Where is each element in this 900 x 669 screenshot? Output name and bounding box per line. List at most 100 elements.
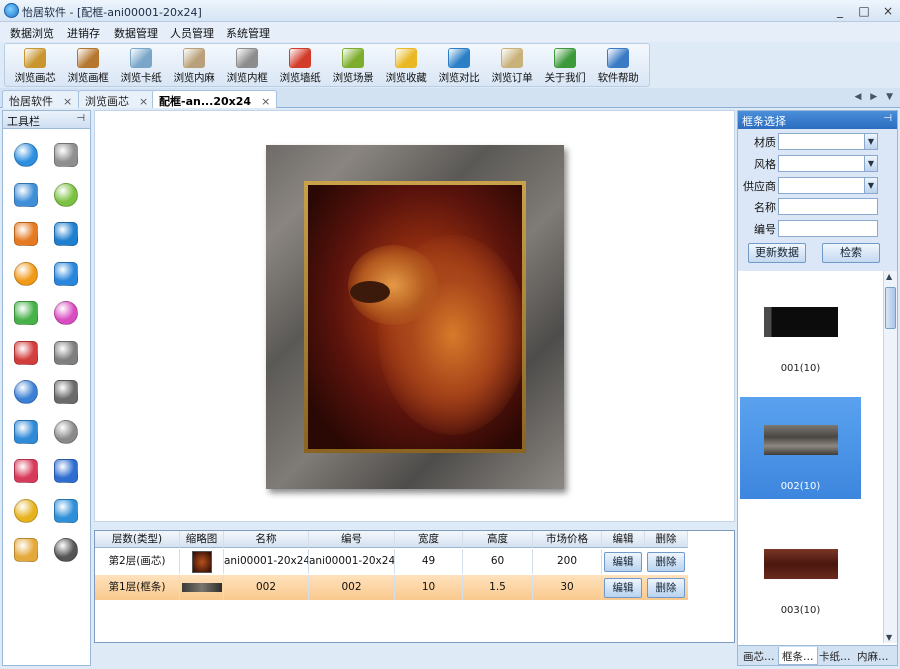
toolbar-button-6[interactable]: 浏览墙纸 — [274, 46, 326, 86]
menu-inventory[interactable]: 进销存 — [67, 25, 100, 41]
tool-glyph — [14, 143, 38, 167]
tool-glyph — [54, 182, 78, 207]
toolbar-button-11[interactable]: 关于我们 — [539, 46, 591, 86]
tool-panel: 工具栏 ⊣ — [2, 110, 91, 666]
material-select[interactable]: ▼ — [778, 133, 878, 150]
tool-panel-header: 工具栏 ⊣ — [3, 111, 90, 129]
cell-width: 49 — [395, 549, 463, 574]
rotate-icon[interactable] — [52, 181, 80, 209]
sofa-add-icon[interactable] — [12, 339, 40, 367]
main-toolbar: 浏览画芯 浏览画框 浏览卡纸 浏览内麻 浏览内框 浏览墙纸 浏览场景 浏览收藏 浏览对比 浏览订单… — [4, 43, 650, 87]
tab-browse-paintings[interactable]: 浏览画芯 × — [78, 90, 156, 108]
name-input[interactable] — [778, 198, 878, 215]
table-row[interactable]: 第2层(画芯) ani00001-20x24 ani00001-20x24 49… — [95, 549, 688, 574]
sun-gear-icon[interactable] — [12, 260, 40, 288]
close-icon[interactable]: × — [261, 95, 270, 108]
moulding-caption: 001(10) — [780, 363, 821, 374]
close-icon[interactable]: × — [63, 95, 72, 108]
color-palette-icon[interactable] — [52, 299, 80, 327]
supplier-select[interactable]: ▼ — [778, 177, 878, 194]
tool-glyph — [54, 498, 78, 523]
sofa-icon[interactable] — [52, 339, 80, 367]
moulding-sample-image — [764, 549, 838, 579]
stack-layers-icon[interactable] — [52, 378, 80, 406]
printer-icon[interactable] — [52, 536, 80, 564]
globe-refresh-icon[interactable] — [52, 260, 80, 288]
code-input[interactable] — [778, 220, 878, 237]
table-row-selected[interactable]: 第1层(框条) 002 002 10 1.5 30 编辑 删除 — [95, 575, 688, 600]
style-label: 风格 — [754, 158, 776, 171]
frame-preview-canvas[interactable] — [94, 110, 735, 522]
restore-button[interactable]: □ — [852, 3, 876, 19]
books-icon[interactable] — [52, 457, 80, 485]
material-label: 材质 — [754, 136, 776, 149]
tool-glyph — [14, 261, 38, 286]
zoom-out-icon[interactable] — [52, 141, 80, 169]
tab-painting-core[interactable]: 画芯… — [740, 647, 778, 665]
list-item-selected[interactable]: 002(10) — [740, 397, 861, 499]
basket-icon[interactable] — [52, 497, 80, 525]
chevron-down-icon[interactable]: ▼ — [864, 134, 877, 149]
toolbar-button-4[interactable]: 浏览内麻 — [168, 46, 220, 86]
tab-mat-board[interactable]: 卡纸… — [816, 647, 854, 665]
edit-button[interactable]: 编辑 — [604, 578, 642, 598]
toolbar-label: 浏览墙纸 — [279, 72, 321, 84]
people-icon — [554, 48, 576, 68]
scroll-down-icon[interactable]: ▼ — [886, 633, 892, 642]
monitor-add-icon[interactable] — [52, 220, 80, 248]
style-select[interactable]: ▼ — [778, 155, 878, 172]
folder-open-icon[interactable] — [12, 536, 40, 564]
windows-flag-icon[interactable] — [12, 220, 40, 248]
chevron-down-icon[interactable]: ▼ — [864, 178, 877, 193]
tilt-image-icon[interactable] — [12, 378, 40, 406]
toolbar-button-2[interactable]: 浏览画框 — [62, 46, 114, 86]
home-icon[interactable] — [52, 418, 80, 446]
name-label: 名称 — [754, 201, 776, 214]
pin-icon[interactable]: ⊣ — [883, 113, 892, 124]
chevron-down-icon[interactable]: ▼ — [864, 156, 877, 171]
tool-glyph — [54, 143, 78, 167]
list-item[interactable]: 003(10) — [740, 521, 861, 623]
col-height: 高度 — [463, 531, 533, 548]
tab-home[interactable]: 怡居软件 × — [2, 90, 80, 108]
minimize-button[interactable]: _ — [828, 3, 852, 19]
tab-moulding[interactable]: 框条… — [778, 647, 818, 665]
edit-button[interactable]: 编辑 — [604, 552, 642, 572]
tab-framing[interactable]: 配框-an...20x24 × — [152, 90, 278, 108]
tab-scroll-arrows[interactable]: ◀ ▶ ▼ — [855, 92, 897, 102]
cell-height: 1.5 — [463, 575, 533, 600]
close-button[interactable]: × — [876, 3, 900, 19]
duplicate-window-icon[interactable] — [12, 181, 40, 209]
home-add-icon[interactable] — [12, 418, 40, 446]
toolbar-button-12[interactable]: 软件帮助 — [592, 46, 644, 86]
menu-staff-manage[interactable]: 人员管理 — [170, 25, 214, 41]
toolbar-button-3[interactable]: 浏览卡纸 — [115, 46, 167, 86]
scroll-up-icon[interactable]: ▲ — [886, 272, 892, 281]
moulding-scrollbar[interactable]: ▲ ▼ — [883, 271, 897, 643]
scroll-thumb[interactable] — [885, 287, 896, 329]
toolbar-button-8[interactable]: 浏览收藏 — [380, 46, 432, 86]
delete-button[interactable]: 删除 — [647, 552, 685, 572]
toolbar-button-7[interactable]: 浏览场景 — [327, 46, 379, 86]
tool-glyph — [54, 459, 78, 483]
update-data-button[interactable]: 更新数据 — [748, 243, 806, 263]
delete-button[interactable]: 删除 — [647, 578, 685, 598]
cell-name: 002 — [224, 575, 309, 600]
toolbar-button-1[interactable]: 浏览画芯 — [9, 46, 61, 86]
close-icon[interactable]: × — [139, 95, 148, 108]
puzzle-icon[interactable] — [12, 299, 40, 327]
moulding-panel-header: 框条选择 ⊣ — [738, 111, 897, 129]
list-item[interactable]: 001(10) — [740, 279, 861, 381]
menu-data-browse[interactable]: 数据浏览 — [10, 25, 54, 41]
zoom-in-icon[interactable] — [12, 141, 40, 169]
toolbar-button-5[interactable]: 浏览内框 — [221, 46, 273, 86]
star-add-icon[interactable] — [12, 497, 40, 525]
menu-system-manage[interactable]: 系统管理 — [226, 25, 270, 41]
search-button[interactable]: 检索 — [822, 243, 880, 263]
toolbar-button-10[interactable]: 浏览订单 — [486, 46, 538, 86]
books-add-icon[interactable] — [12, 457, 40, 485]
menu-data-manage[interactable]: 数据管理 — [114, 25, 158, 41]
tab-inner-linen[interactable]: 内麻… — [854, 647, 892, 665]
toolbar-button-9[interactable]: 浏览对比 — [433, 46, 485, 86]
pin-icon[interactable]: ⊣ — [76, 113, 85, 124]
